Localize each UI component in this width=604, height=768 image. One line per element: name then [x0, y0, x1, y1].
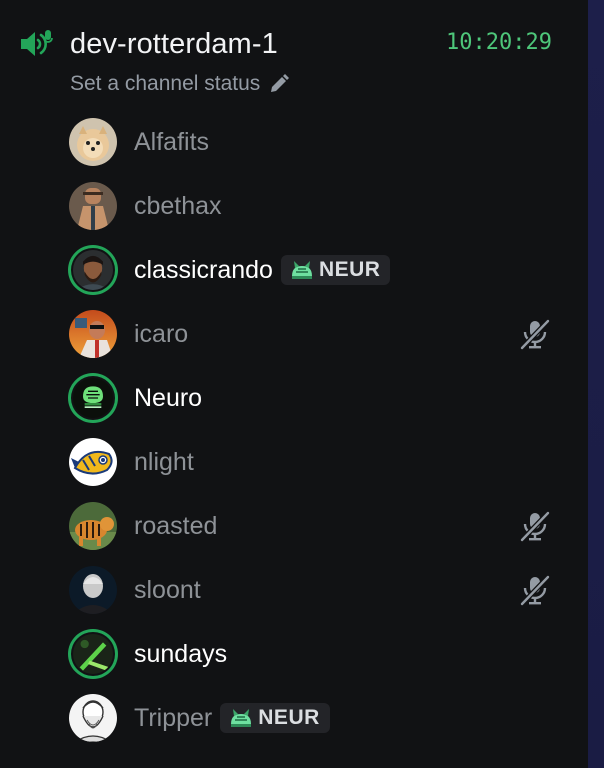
pencil-icon: [268, 73, 290, 95]
set-channel-status-button[interactable]: Set a channel status: [70, 70, 290, 98]
member-name[interactable]: nlight: [134, 448, 194, 477]
voice-member-row[interactable]: Alfafits: [68, 110, 568, 174]
sunset-man-avatar[interactable]: [69, 310, 117, 358]
member-name[interactable]: classicrando: [134, 256, 273, 285]
microphone-muted-icon: [518, 509, 552, 543]
session-clock: 10:20:29: [446, 30, 552, 55]
avatar-wrap[interactable]: [68, 565, 118, 615]
philosopher-bust-avatar[interactable]: [69, 694, 117, 742]
avatar-wrap[interactable]: [68, 117, 118, 167]
voice-member-row[interactable]: Tripper NEUR: [68, 686, 568, 750]
server-tag-badge[interactable]: NEUR: [220, 703, 330, 733]
voice-member-list: Alfafits cbethax classicrando NEUR icaro Neur…: [68, 110, 568, 750]
voice-speaker-icon: [16, 24, 56, 64]
member-name[interactable]: roasted: [134, 512, 217, 541]
member-name[interactable]: icaro: [134, 320, 188, 349]
voice-member-row[interactable]: Neuro: [68, 366, 568, 430]
speaking-ring[interactable]: [68, 373, 118, 423]
cartoon-man-avatar[interactable]: [69, 182, 117, 230]
voice-member-row[interactable]: icaro: [68, 302, 568, 366]
voice-member-row[interactable]: roasted: [68, 494, 568, 558]
avatar-wrap[interactable]: [68, 181, 118, 231]
avatar-wrap[interactable]: [68, 501, 118, 551]
speaking-ring[interactable]: [68, 629, 118, 679]
voice-member-row[interactable]: cbethax: [68, 174, 568, 238]
member-name[interactable]: sundays: [134, 640, 227, 669]
avatar-wrap[interactable]: [68, 437, 118, 487]
channel-name[interactable]: dev-rotterdam-1: [70, 28, 278, 61]
member-name[interactable]: Neuro: [134, 384, 202, 413]
member-name[interactable]: Alfafits: [134, 128, 209, 157]
server-tag-text: NEUR: [318, 258, 381, 281]
guild-tag-icon: [289, 258, 315, 282]
voice-member-row[interactable]: nlight: [68, 430, 568, 494]
member-name[interactable]: cbethax: [134, 192, 222, 221]
microphone-muted-icon: [518, 573, 552, 607]
pale-man-avatar[interactable]: [69, 566, 117, 614]
pomeranian-dog-avatar[interactable]: [69, 118, 117, 166]
adjacent-panel-edge: [588, 0, 604, 768]
member-name[interactable]: Tripper: [134, 704, 212, 733]
yellow-fish-avatar[interactable]: [69, 438, 117, 486]
member-name[interactable]: sloont: [134, 576, 201, 605]
voice-member-row[interactable]: sundays: [68, 622, 568, 686]
channel-header: dev-rotterdam-1 10:20:29: [16, 24, 576, 64]
voice-channel-panel: dev-rotterdam-1 10:20:29 Set a channel s…: [0, 0, 588, 768]
voice-member-row[interactable]: classicrando NEUR: [68, 238, 568, 302]
green-brain-logo-avatar[interactable]: [73, 378, 113, 418]
avatar-wrap[interactable]: [68, 693, 118, 743]
microphone-muted-icon: [518, 317, 552, 351]
channel-status-placeholder: Set a channel status: [70, 72, 261, 95]
speaking-ring[interactable]: [68, 245, 118, 295]
server-tag-badge[interactable]: NEUR: [280, 255, 391, 285]
guild-tag-icon: [228, 706, 254, 730]
bearded-man-avatar[interactable]: [73, 250, 113, 290]
server-tag-text: NEUR: [258, 706, 320, 729]
tiger-avatar[interactable]: [69, 502, 117, 550]
green-blade-avatar[interactable]: [73, 634, 113, 674]
avatar-wrap[interactable]: [68, 309, 118, 359]
voice-member-row[interactable]: sloont: [68, 558, 568, 622]
